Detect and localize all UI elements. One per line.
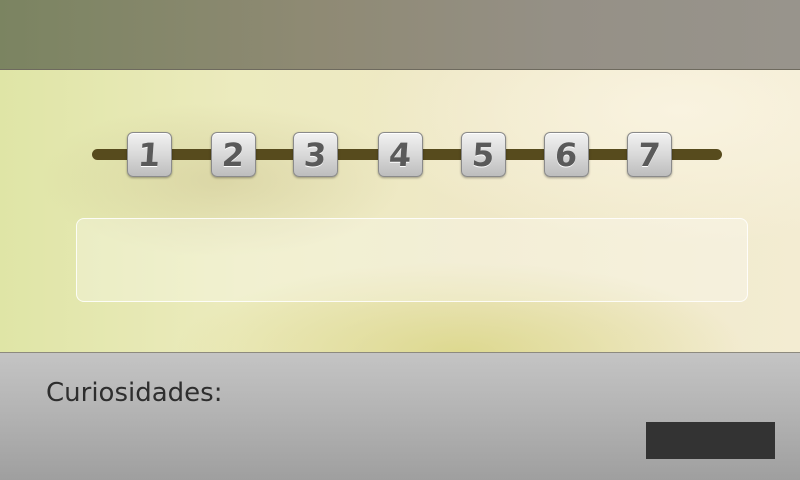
step-label: 7 <box>637 135 662 174</box>
step-button-5[interactable]: 5 <box>461 132 506 177</box>
step-label: 6 <box>554 135 579 174</box>
step-button-7[interactable]: 7 <box>627 132 672 177</box>
main-area: 1 2 3 4 5 6 7 <box>0 70 800 353</box>
top-bar <box>0 0 800 70</box>
dark-action-button[interactable] <box>646 422 775 459</box>
bottom-panel: Curiosidades: <box>0 353 800 480</box>
step-label: 2 <box>221 135 246 174</box>
step-button-2[interactable]: 2 <box>211 132 256 177</box>
step-timeline: 1 2 3 4 5 6 7 <box>0 70 800 230</box>
step-button-6[interactable]: 6 <box>544 132 589 177</box>
step-label: 3 <box>303 135 328 174</box>
step-label: 4 <box>388 135 413 174</box>
text-panel <box>76 218 748 302</box>
step-button-4[interactable]: 4 <box>378 132 423 177</box>
curiosidades-label: Curiosidades: <box>46 378 223 408</box>
step-label: 5 <box>471 135 496 174</box>
step-button-1[interactable]: 1 <box>127 132 172 177</box>
step-button-3[interactable]: 3 <box>293 132 338 177</box>
step-label: 1 <box>137 135 162 174</box>
